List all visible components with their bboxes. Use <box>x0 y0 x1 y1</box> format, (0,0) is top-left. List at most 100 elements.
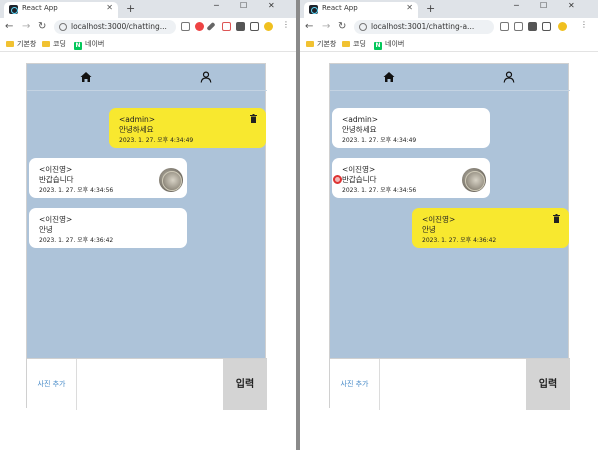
home-icon[interactable] <box>80 71 92 83</box>
new-tab-icon[interactable]: + <box>426 2 435 15</box>
page-content: <admin> 안녕하세요 2023. 1. 27. 오후 4:34:49 <이… <box>0 53 298 450</box>
folder-icon <box>6 41 14 47</box>
minimize-icon[interactable]: ─ <box>514 1 519 10</box>
browser-toolbar: ← → ↻ localhost:3001/chatting-a... ⋮ <box>300 18 598 36</box>
extension-record-icon[interactable] <box>195 22 204 31</box>
message-time: 2023. 1. 27. 오후 4:36:42 <box>422 237 497 244</box>
maximize-icon[interactable]: ☐ <box>240 1 247 10</box>
title-bar: React App ✕ + ─ ☐ ✕ <box>0 0 298 18</box>
bookmark-folder[interactable]: 코딩 <box>342 39 366 49</box>
extensions-puzzle-icon[interactable] <box>236 22 245 31</box>
forward-icon[interactable]: → <box>322 21 330 32</box>
back-icon[interactable]: ← <box>305 21 313 32</box>
home-icon[interactable] <box>383 71 395 83</box>
trash-icon[interactable] <box>250 114 257 123</box>
other-message-bubble: <admin> 안녕하세요 2023. 1. 27. 오후 4:34:49 <box>332 108 490 148</box>
browser-window-right: React App ✕ + ─ ☐ ✕ ← → ↻ localhost:3001… <box>300 0 598 450</box>
message-time: 2023. 1. 27. 오후 4:34:49 <box>342 137 417 144</box>
message-time: 2023. 1. 27. 오후 4:36:42 <box>39 237 114 244</box>
profile-avatar-icon[interactable] <box>264 22 273 31</box>
other-message-bubble: <이진영> 안녕 2023. 1. 27. 오후 4:36:42 <box>29 208 187 248</box>
send-button[interactable]: 입력 <box>526 359 570 410</box>
address-bar[interactable]: localhost:3001/chatting-a... <box>354 20 494 34</box>
tab-title: React App <box>22 4 58 12</box>
message-sender: <admin> <box>119 115 156 124</box>
minimize-icon[interactable]: ─ <box>214 1 219 10</box>
tab-close-icon[interactable]: ✕ <box>106 3 113 12</box>
maximize-icon[interactable]: ☐ <box>540 1 547 10</box>
bookmark-label: 코딩 <box>353 40 366 48</box>
user-icon[interactable] <box>503 71 515 83</box>
share-icon[interactable] <box>181 22 190 31</box>
click-indicator-icon <box>333 175 342 184</box>
trash-icon[interactable] <box>553 214 560 223</box>
message-sender: <admin> <box>342 115 379 124</box>
address-bar[interactable]: localhost:3000/chatting... <box>54 20 176 34</box>
browser-tab[interactable]: React App ✕ <box>4 2 118 18</box>
profile-avatar-icon[interactable] <box>558 22 567 31</box>
site-info-icon[interactable] <box>359 23 367 31</box>
message-text: 반갑습니다 <box>342 175 377 184</box>
add-photo-button[interactable]: 사진 추가 <box>27 359 77 410</box>
bookmark-folder[interactable]: 기본창 <box>6 39 36 49</box>
page-content: <admin> 안녕하세요 2023. 1. 27. 오후 4:34:49 <이… <box>300 53 598 450</box>
forward-icon[interactable]: → <box>22 21 30 32</box>
folder-icon <box>306 41 314 47</box>
message-input[interactable] <box>380 359 526 410</box>
calendar-extension-icon[interactable] <box>222 22 231 31</box>
window-close-icon[interactable]: ✕ <box>568 1 575 10</box>
menu-kebab-icon[interactable]: ⋮ <box>282 20 291 29</box>
message-text: 안녕 <box>39 225 53 234</box>
message-input[interactable] <box>77 359 223 410</box>
message-sender: <이진영> <box>39 165 73 174</box>
menu-kebab-icon[interactable]: ⋮ <box>580 20 589 29</box>
eyedropper-icon[interactable] <box>206 21 216 32</box>
other-message-bubble: <이진영> 반갑습니다 2023. 1. 27. 오후 4:34:56 <box>29 158 187 198</box>
bookmark-label: 코딩 <box>53 40 66 48</box>
folder-icon <box>342 41 350 47</box>
bookmark-naver[interactable]: N 네이버 <box>374 39 405 50</box>
send-button[interactable]: 입력 <box>223 359 267 410</box>
extensions-puzzle-icon[interactable] <box>528 22 537 31</box>
bookmark-folder[interactable]: 코딩 <box>42 39 66 49</box>
message-text: 안녕하세요 <box>119 125 154 134</box>
reload-icon[interactable]: ↻ <box>38 21 46 32</box>
message-time: 2023. 1. 27. 오후 4:34:49 <box>119 137 194 144</box>
reload-icon[interactable]: ↻ <box>338 21 346 32</box>
bookmarks-bar: 기본창 코딩 N 네이버 <box>300 36 598 52</box>
bookmark-label: 기본창 <box>317 40 337 48</box>
add-photo-button[interactable]: 사진 추가 <box>330 359 380 410</box>
url-text: localhost:3001/chatting-a... <box>371 22 475 31</box>
tab-title: React App <box>322 4 358 12</box>
side-panel-icon[interactable] <box>542 22 551 31</box>
side-panel-icon[interactable] <box>250 22 259 31</box>
tab-close-icon[interactable]: ✕ <box>406 3 413 12</box>
url-text: localhost:3000/chatting... <box>71 22 167 31</box>
new-tab-icon[interactable]: + <box>126 2 135 15</box>
user-icon[interactable] <box>200 71 212 83</box>
bookmark-label: 네이버 <box>85 40 105 48</box>
chat-input-bar: 사진 추가 입력 <box>330 358 570 410</box>
sender-avatar <box>462 168 486 192</box>
message-sender: <이진영> <box>422 215 456 224</box>
bookmark-star-icon[interactable] <box>514 22 523 31</box>
bookmark-label: 기본창 <box>17 40 37 48</box>
share-icon[interactable] <box>500 22 509 31</box>
bookmark-folder[interactable]: 기본창 <box>306 39 336 49</box>
site-info-icon[interactable] <box>59 23 67 31</box>
folder-icon <box>42 41 50 47</box>
chat-app: <admin> 안녕하세요 2023. 1. 27. 오후 4:34:49 <이… <box>329 63 570 410</box>
naver-icon: N <box>74 42 82 50</box>
chat-header <box>330 64 570 91</box>
browser-tab[interactable]: React App ✕ <box>304 2 418 18</box>
message-text: 안녕 <box>422 225 436 234</box>
chat-header <box>27 64 267 91</box>
back-icon[interactable]: ← <box>5 21 13 32</box>
chat-input-bar: 사진 추가 입력 <box>27 358 267 410</box>
window-close-icon[interactable]: ✕ <box>268 1 275 10</box>
message-text: 반갑습니다 <box>39 175 74 184</box>
bookmark-label: 네이버 <box>385 40 405 48</box>
bookmark-naver[interactable]: N 네이버 <box>74 39 105 50</box>
naver-icon: N <box>374 42 382 50</box>
message-sender: <이진영> <box>342 165 376 174</box>
